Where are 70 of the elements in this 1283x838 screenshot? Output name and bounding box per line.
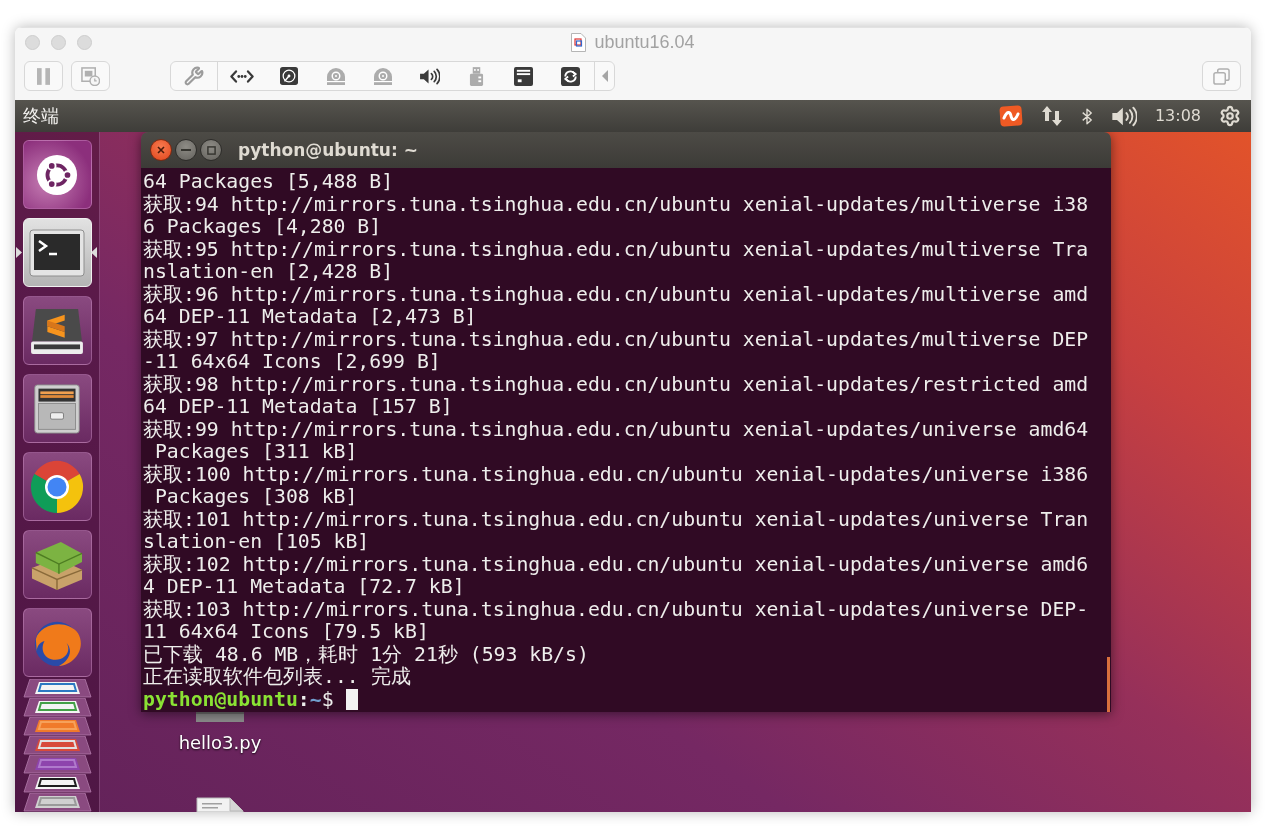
terminal-output-line: 获取:94 http://mirrors.tuna.tsinghua.edu.cn/ubuntu xenial-updates/multiverse i38	[143, 193, 1089, 216]
windows-stack-icon	[1213, 67, 1230, 85]
gear-icon[interactable]	[1219, 105, 1241, 127]
wave-tile-icon[interactable]	[998, 105, 1023, 127]
text-cursor	[345, 689, 358, 711]
stacked-launcher-icon[interactable]	[22, 717, 92, 736]
launcher-item[interactable]	[22, 452, 92, 521]
indicator-arrow-icon	[16, 247, 22, 258]
box-stripes-icon	[30, 306, 84, 355]
terminal-output-line: 获取:99 http://mirrors.tuna.tsinghua.edu.cn/ubuntu xenial-updates/universe amd64	[143, 418, 1089, 441]
terminal-output-line: nslation-en [2,428 B]	[143, 261, 394, 284]
terminal-output-line: 6 Packages [4,280 B]	[143, 216, 382, 239]
maximize-button[interactable]	[200, 139, 222, 161]
terminal-output-line: 获取:96 http://mirrors.tuna.tsinghua.edu.cn/ubuntu xenial-updates/multiverse amd	[143, 283, 1089, 306]
clock-text[interactable]: 13:08	[1154, 105, 1201, 127]
launcher-item[interactable]	[22, 218, 92, 287]
bluetooth-icon[interactable]	[1080, 106, 1093, 126]
stacked-launcher-icon[interactable]	[22, 774, 92, 793]
hard-disk-icon[interactable]	[279, 67, 298, 85]
document-icon	[571, 32, 587, 52]
stacked-launcher-icon[interactable]	[22, 736, 92, 755]
launcher-item[interactable]	[22, 374, 92, 443]
terminal-output-line: 64 Packages [5,488 B]	[143, 171, 394, 194]
ring-logo-icon	[36, 153, 78, 196]
file-name-label[interactable]: hello3.py	[178, 732, 262, 754]
sync-square-icon[interactable]	[561, 66, 580, 86]
launcher-item[interactable]	[22, 296, 92, 365]
document-icon[interactable]	[196, 797, 244, 812]
terminal-output-line: 获取:103 http://mirrors.tuna.tsinghua.edu.cn/ubuntu xenial-updates/universe DEP-	[143, 598, 1089, 621]
terminal-output-line: slation-en [105 kB]	[143, 531, 370, 554]
terminal-output-line: 获取:98 http://mirrors.tuna.tsinghua.edu.cn/ubuntu xenial-updates/restricted amd	[143, 373, 1089, 396]
terminal-output-line: 获取:97 http://mirrors.tuna.tsinghua.edu.cn/ubuntu xenial-updates/multiverse DEP	[143, 328, 1089, 351]
terminal-output-line: 64 DEP-11 Metadata [2,473 B]	[143, 306, 477, 329]
terminal-output-line: 11 64x64 Icons [79.5 kB]	[143, 621, 429, 644]
indicator-arrow-icon	[91, 247, 97, 258]
terminal-output-line: 获取:95 http://mirrors.tuna.tsinghua.edu.cn/ubuntu xenial-updates/multiverse Tra	[143, 238, 1089, 261]
pause-icon	[37, 67, 50, 85]
segmented-circle-icon	[30, 459, 84, 514]
command-prompt: python@ubuntu:~$	[143, 688, 334, 711]
minimize-button[interactable]	[175, 139, 197, 161]
terminal-title: python@ubuntu: ~	[238, 139, 418, 161]
terminal-output-line: 获取:100 http://mirrors.tuna.tsinghua.edu.cn/ubuntu xenial-updates/universe i386	[143, 463, 1089, 486]
maximize-icon	[206, 145, 216, 155]
close-button[interactable]	[150, 139, 172, 161]
up-down-arrows-icon[interactable]	[1040, 105, 1063, 127]
screen-clock-icon	[81, 66, 100, 86]
terminal-output-line: Packages [308 kB]	[153, 486, 358, 509]
terminal-output-line: Packages [311 kB]	[153, 441, 358, 464]
speaker-icon[interactable]	[1110, 105, 1137, 127]
speaker-icon[interactable]	[419, 67, 440, 85]
dots-brackets-icon[interactable]	[229, 69, 254, 83]
terminal-output-line: 64 DEP-11 Metadata [157 B]	[143, 396, 453, 419]
stacked-launcher-icon[interactable]	[22, 793, 92, 812]
minimize-icon	[181, 149, 191, 151]
terminal-output-line: 4 DEP-11 Metadata [72.7 kB]	[143, 576, 465, 599]
terminal-output-line: -11 64x64 Icons [2,699 B]	[143, 351, 441, 374]
terminal-output-line: 正在读取软件包列表... 完成	[143, 666, 411, 689]
app-menu-title[interactable]: 终端	[23, 104, 59, 128]
terminal-output-line: 已下载 48.6 MB，耗时 1分 21秒 (593 kB/s)	[143, 643, 589, 666]
terminal-output-line: 获取:101 http://mirrors.tuna.tsinghua.edu.cn/ubuntu xenial-updates/universe Tran	[143, 508, 1089, 531]
stacked-launcher-icon[interactable]	[22, 698, 92, 717]
window-title: ubuntu16.04	[594, 31, 695, 53]
stacked-launcher-icon[interactable]	[22, 679, 92, 698]
wrench-icon[interactable]	[184, 66, 204, 86]
close-icon	[157, 146, 165, 154]
scrollbar-thumb[interactable]	[1107, 657, 1110, 712]
cabinet-icon	[32, 382, 82, 435]
terminal-icon	[29, 228, 85, 277]
terminal-output-line: 获取:102 http://mirrors.tuna.tsinghua.edu.cn/ubuntu xenial-updates/universe amd6	[143, 553, 1089, 576]
launcher-item[interactable]	[22, 140, 92, 209]
